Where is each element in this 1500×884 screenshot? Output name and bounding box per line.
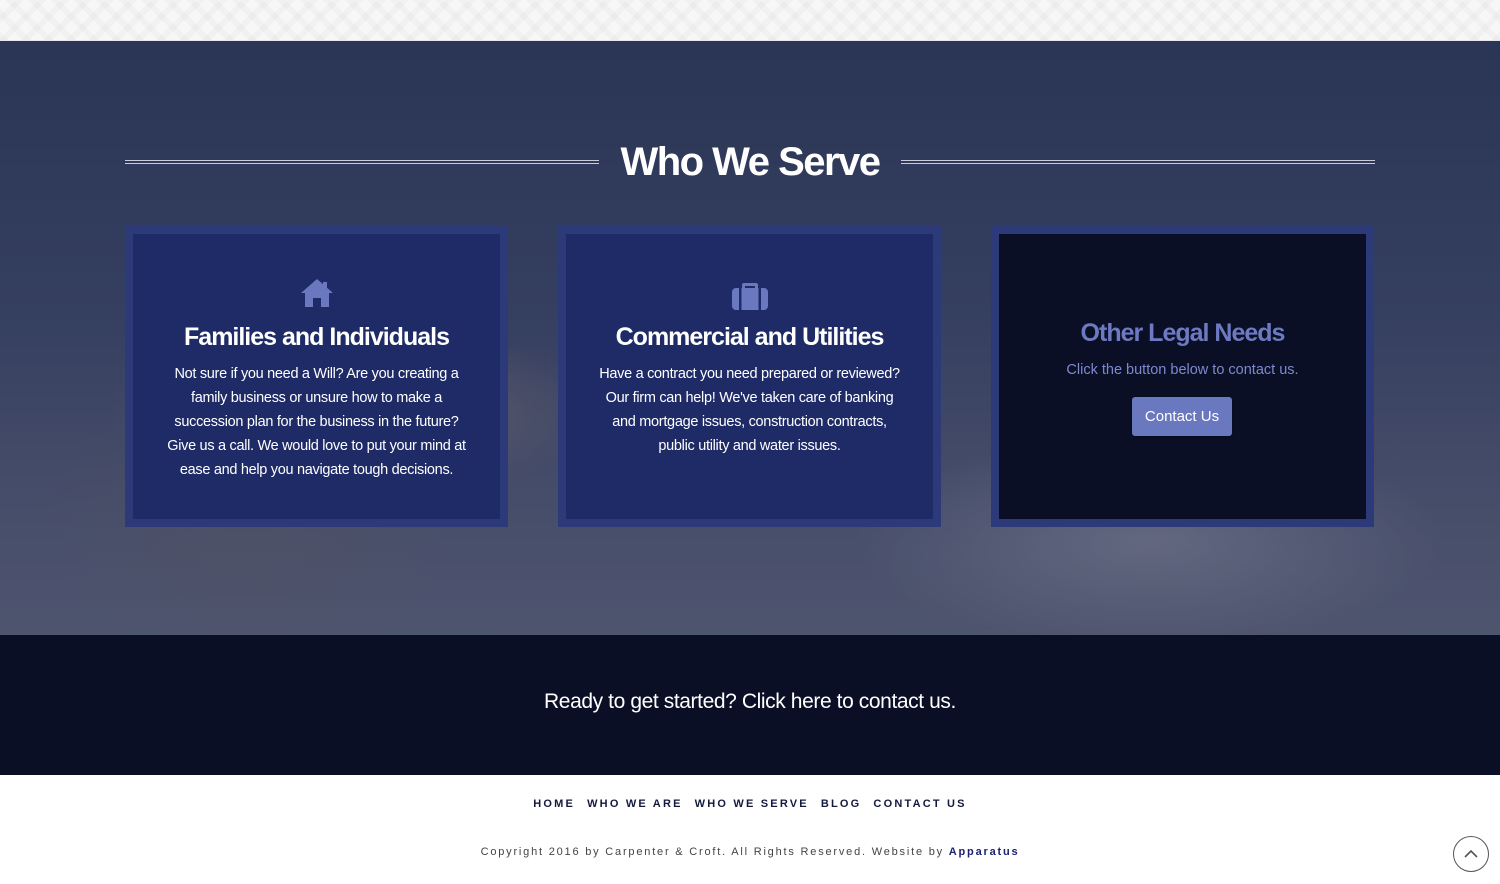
card-title: Commercial and Utilities — [615, 323, 885, 351]
home-icon — [297, 274, 337, 314]
card-commercial: Commercial and Utilities Have a contract… — [558, 226, 941, 527]
copyright: Copyright 2016 by Carpenter & Croft. All… — [0, 846, 1500, 858]
header-pattern-strip — [0, 0, 1500, 41]
heading-rule-right — [901, 160, 1375, 164]
cta-band: Ready to get started? Click here to cont… — [0, 635, 1500, 775]
card-other-legal-needs: Other Legal Needs Click the button below… — [991, 226, 1374, 527]
card-families: Families and Individuals Not sure if you… — [125, 226, 508, 527]
apparatus-credit-link[interactable]: Apparatus — [949, 846, 1020, 858]
card-title: Other Legal Needs — [1080, 319, 1286, 347]
copyright-text: Copyright 2016 by Carpenter & Croft. All… — [480, 846, 944, 858]
card-subtitle: Click the button below to contact us. — [1066, 362, 1299, 378]
section-heading: Who We Serve — [125, 137, 1375, 187]
footer-nav: HOME WHO WE ARE WHO WE SERVE BLOG CONTAC… — [0, 798, 1500, 810]
card-description: Have a contract you need prepared or rev… — [599, 366, 900, 454]
back-to-top-button[interactable] — [1453, 836, 1489, 872]
footer-nav-home[interactable]: HOME — [533, 798, 575, 810]
footer-nav-blog[interactable]: BLOG — [821, 798, 862, 810]
contact-us-button[interactable]: Contact Us — [1132, 397, 1232, 436]
who-we-serve-section: Who We Serve Families and Individuals No… — [0, 41, 1500, 635]
briefcase-icon — [730, 274, 770, 314]
card-description: Not sure if you need a Will? Are you cre… — [167, 366, 466, 478]
footer-nav-who-we-are[interactable]: WHO WE ARE — [587, 798, 683, 810]
card-title: Families and Individuals — [184, 323, 450, 351]
footer-nav-who-we-serve[interactable]: WHO WE SERVE — [695, 798, 809, 810]
footer-nav-contact-us[interactable]: CONTACT US — [873, 798, 966, 810]
cta-contact-link[interactable]: Ready to get started? Click here to cont… — [0, 690, 1500, 714]
footer: HOME WHO WE ARE WHO WE SERVE BLOG CONTAC… — [0, 775, 1500, 884]
